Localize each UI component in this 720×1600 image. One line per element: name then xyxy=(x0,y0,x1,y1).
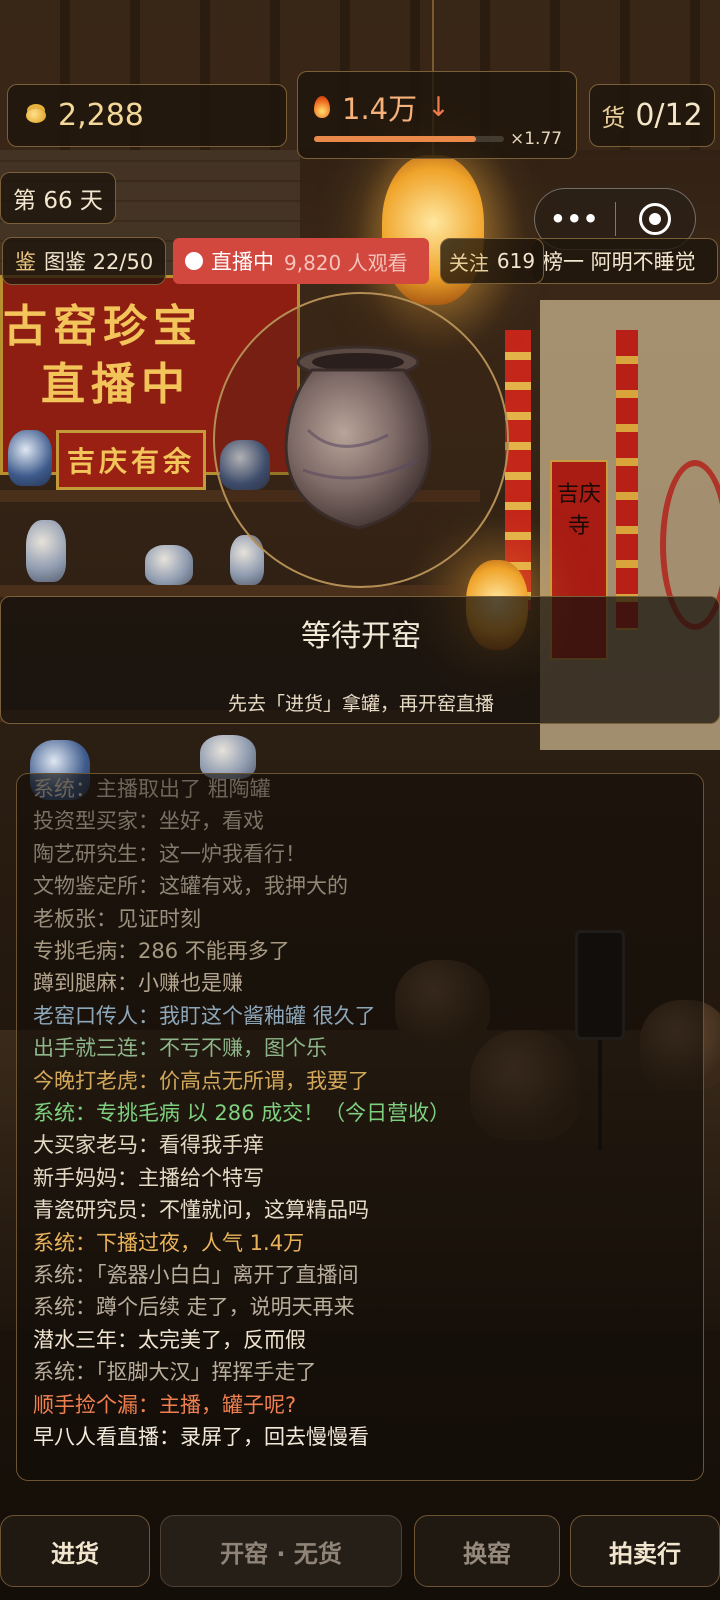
chat-message: 早八人看直播：录屏了，回去慢慢看 xyxy=(33,1425,369,1449)
goods-value: 0/12 xyxy=(635,98,703,133)
follow-counter: 关注 619 xyxy=(440,238,544,284)
flame-icon xyxy=(314,96,330,118)
chat-message: 系统：主播取出了 粗陶罐 xyxy=(33,777,271,801)
live-label: 直播中 xyxy=(211,250,274,274)
kiln-status-title: 等待开窑 xyxy=(301,619,421,654)
vase xyxy=(8,430,52,486)
coins-value: 2,288 xyxy=(58,98,144,133)
chat-message: 专挑毛病：286 不能再多了 xyxy=(33,939,290,963)
chat-message: 今晚打老虎：价高点无所谓，我要了 xyxy=(33,1068,369,1093)
catalog-progress: 图鉴 22/50 xyxy=(44,250,154,274)
red-charm xyxy=(616,330,638,630)
chat-message: 系统：下播过夜，人气 1.4万 xyxy=(33,1230,305,1255)
chat-message: 系统：专挑毛病 以 286 成交！（今日营收） xyxy=(33,1101,451,1125)
live-dot-icon xyxy=(185,252,203,270)
vase xyxy=(145,545,193,585)
viewer-count: 9,820 人观看 xyxy=(284,250,408,275)
target-close-icon xyxy=(639,203,672,235)
popularity-bar-fill xyxy=(314,136,476,142)
chat-message: 大买家老马：看得我手痒 xyxy=(33,1133,264,1158)
chat-message: 潜水三年：太完美了，反而假 xyxy=(33,1327,306,1352)
chat-message: 系统：「瓷器小白白」离开了直播间 xyxy=(33,1263,359,1287)
auction-house-button[interactable]: 拍卖行 xyxy=(570,1515,720,1587)
switch-kiln-button[interactable]: 换窑 xyxy=(414,1515,560,1587)
vase xyxy=(26,520,66,582)
follow-label: 关注 xyxy=(448,250,489,275)
clay-pot xyxy=(284,345,432,530)
banner-line-2: 直播中 xyxy=(41,359,191,410)
chat-message: 新手妈妈：主播给个特写 xyxy=(33,1165,264,1190)
goods-counter[interactable]: 货 0/12 xyxy=(589,84,715,147)
chat-message: 青瓷研究员：不懂就问，这算精品吗 xyxy=(33,1198,369,1223)
more-button[interactable]: ••• xyxy=(535,205,615,233)
restock-button[interactable]: 进货 xyxy=(0,1515,150,1587)
chat-message: 蹲到腿麻：小赚也是赚 xyxy=(33,971,243,996)
close-button[interactable] xyxy=(616,203,696,235)
chat-message: 老板张：见证时刻 xyxy=(33,906,201,931)
popularity-meter: 1.4万 ↓ ×1.77 xyxy=(297,71,577,159)
popularity-multiplier: ×1.77 xyxy=(510,129,563,149)
kiln-status-panel: 等待开窑 先去「进货」拿罐，再开窑直播 xyxy=(0,596,720,724)
top-fan-ticker: 榜一 阿明不睡觉 xyxy=(532,238,718,284)
follow-value: 619 xyxy=(496,249,536,273)
coins-counter: 2,288 xyxy=(7,84,287,147)
popularity-bar xyxy=(314,136,504,142)
live-status-badge: 直播中 9,820 人观看 xyxy=(173,238,429,284)
banner-line-1: 古窑珍宝 xyxy=(3,301,203,352)
day-counter: 第 66 天 xyxy=(0,172,116,224)
chat-message: 陶艺研究生：这一炉我看行！ xyxy=(33,841,306,866)
chat-message: 老窑口传人：我盯这个酱釉罐 很久了 xyxy=(33,1003,376,1028)
luck-sign: 吉庆有余 xyxy=(56,430,206,490)
catalog-button[interactable]: 鉴 图鉴 22/50 xyxy=(2,237,166,285)
chat-message: 投资型买家：坐好，看戏 xyxy=(33,809,264,834)
chat-message: 出手就三连：不亏不赚，图个乐 xyxy=(33,1036,327,1061)
open-kiln-button[interactable]: 开窑 · 无货 xyxy=(160,1515,402,1587)
chat-message: 顺手捡个漏：主播，罐子呢? xyxy=(33,1392,297,1417)
trend-down-icon: ↓ xyxy=(427,91,450,123)
popularity-value: 1.4万 xyxy=(342,92,418,126)
coin-icon xyxy=(26,108,46,123)
chat-message: 系统：蹲个后续 走了，说明天再来 xyxy=(33,1295,355,1320)
live-chat-panel[interactable]: 系统：主播取出了 粗陶罐 投资型买家：坐好，看戏陶艺研究生：这一炉我看行！ 文物鉴定… xyxy=(16,773,704,1481)
kiln-status-hint: 先去「进货」拿罐，再开窑直播 xyxy=(227,693,494,715)
chat-message: 系统：「抠脚大汉」挥挥手走了 xyxy=(33,1360,317,1385)
catalog-key: 鉴 xyxy=(15,250,36,274)
chat-message: 文物鉴定所：这罐有戏，我押大的 xyxy=(33,874,348,899)
goods-label: 货 xyxy=(601,104,626,132)
